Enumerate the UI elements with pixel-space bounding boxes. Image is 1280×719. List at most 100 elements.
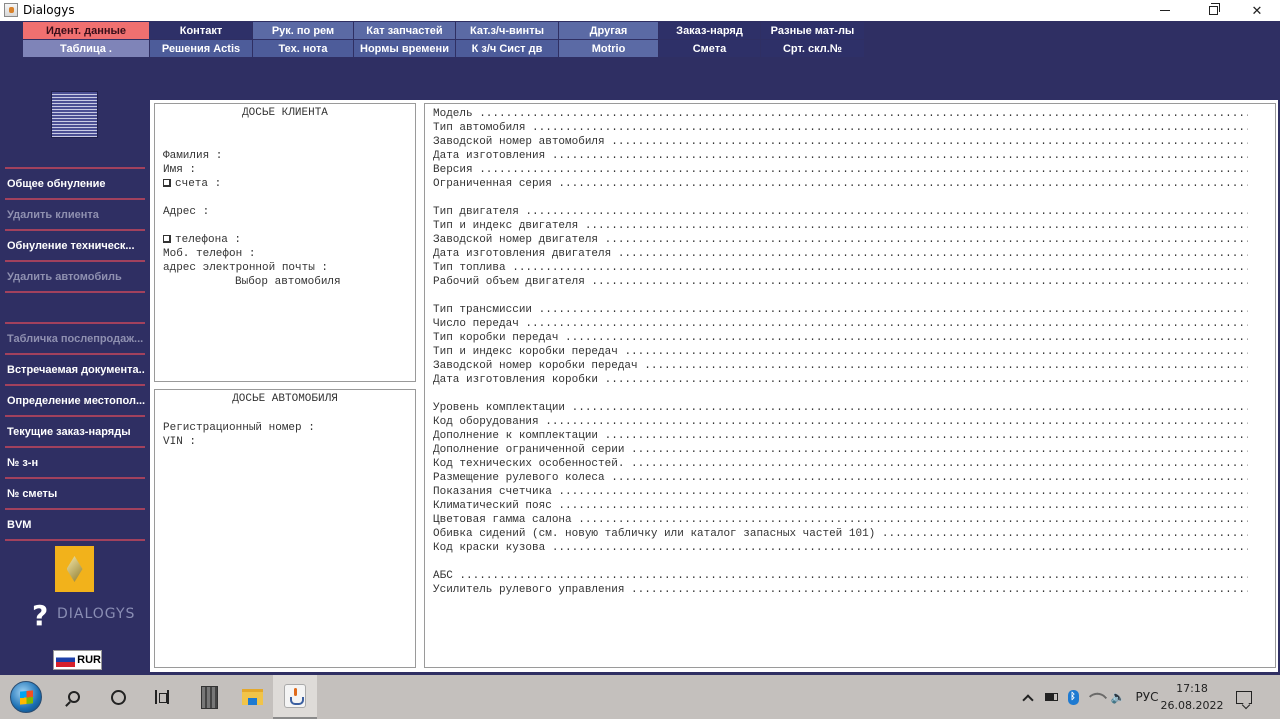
sidebar-item[interactable]: № сметы (5, 478, 145, 509)
folder-icon (241, 689, 263, 705)
client-field-label: адрес электронной почты : (163, 262, 329, 274)
car-logo-icon (51, 91, 98, 138)
vehicle-detail-row: Код краски кузова ......................… (433, 541, 1248, 555)
registration-number-field: Регистрационный номер : (163, 422, 315, 434)
task-view-icon (155, 690, 169, 704)
vehicle-file-panel: ДОСЬЕ АВТОМОБИЛЯ Регистрационный номер :… (154, 389, 416, 668)
vehicle-detail-label: Модель (433, 108, 473, 120)
restore-button[interactable] (1190, 0, 1236, 21)
currency-button[interactable]: RUR (53, 650, 102, 670)
bluetooth-button[interactable]: ᛒ (1064, 675, 1082, 719)
vehicle-detail-label: Код оборудования (433, 416, 539, 428)
client-field[interactable]: счета : (163, 177, 221, 191)
vehicle-details-panel: Модель .................................… (424, 103, 1276, 668)
java-icon (284, 684, 306, 708)
checkbox-icon[interactable] (163, 235, 171, 243)
menu-tab[interactable]: Смета (659, 40, 761, 57)
window-title: Dialogys (23, 3, 75, 17)
sidebar-item[interactable]: Встречаемая документа... (5, 354, 145, 385)
client-field[interactable]: телефона : (163, 233, 241, 247)
vehicle-detail-label: Дополнение к комплектации (433, 430, 599, 442)
menu-tab[interactable]: Другая (559, 22, 659, 39)
action-center-button[interactable] (1232, 675, 1256, 719)
dot-leader: ........................................… (551, 542, 1248, 554)
vehicle-detail-row: Дата изготовления двигателя ............… (433, 247, 1248, 261)
dot-leader: ........................................… (538, 304, 1248, 316)
menu-tab[interactable]: Тех. нота (253, 40, 354, 57)
sidebar-item[interactable]: Текущие заказ-наряды (5, 416, 145, 447)
client-field: Имя : (163, 163, 196, 177)
show-hidden-icons-button[interactable] (1018, 675, 1038, 719)
close-button[interactable]: ✕ (1234, 0, 1280, 21)
sidebar-item[interactable]: Обнуление техническ... (5, 230, 145, 261)
client-field: адрес электронной почты : (163, 261, 328, 275)
dot-leader: ........................................… (604, 430, 1248, 442)
vehicle-detail-label: Версия (433, 164, 473, 176)
file-explorer-button[interactable] (230, 675, 274, 719)
dot-leader: ........................................… (551, 150, 1248, 162)
dot-leader: ........................................… (624, 346, 1248, 358)
vehicle-detail-label: Тип топлива (433, 262, 506, 274)
client-field: Моб. телефон : (163, 247, 255, 261)
client-field-label: телефона : (175, 234, 242, 246)
sidebar-item[interactable]: Табличка послепродаж... (5, 323, 145, 354)
vehicle-detail-label: Ограниченная серия (433, 178, 552, 190)
vehicle-detail-row: Дата изготовления ......................… (433, 149, 1248, 163)
menu-tab[interactable]: Срт. скл.№ (761, 40, 865, 57)
menu-tab[interactable]: Решения Actis (150, 40, 253, 57)
select-vehicle-link[interactable]: Выбор автомобиля (235, 275, 341, 289)
client-file-panel: ДОСЬЕ КЛИЕНТА Фамилия : Имя : счета : Адрес… (154, 103, 416, 382)
sidebar-item[interactable]: Общее обнуление (5, 168, 145, 199)
minimize-button[interactable] (1142, 0, 1188, 21)
vehicle-detail-row: Цветовая гамма салона ..................… (433, 513, 1248, 527)
menu-tab[interactable]: Контакт (150, 22, 253, 39)
dot-leader: ........................................… (558, 500, 1248, 512)
start-button[interactable] (4, 675, 48, 719)
menu-tab[interactable]: Рук. по рем (253, 22, 354, 39)
volume-button[interactable]: 🔈 (1108, 675, 1128, 719)
menu-tab[interactable]: Заказ-наряд (659, 22, 761, 39)
vehicle-detail-row: Тип трансмиссии ........................… (433, 303, 1248, 317)
search-button[interactable] (52, 675, 96, 719)
restore-icon (1208, 3, 1220, 15)
language-indicator[interactable]: РУС (1134, 675, 1160, 719)
menu-tab[interactable]: К з/ч Сист дв (456, 40, 559, 57)
sidebar-item[interactable]: № з-н (5, 447, 145, 478)
cortana-button[interactable] (96, 675, 140, 719)
client-file-title: ДОСЬЕ КЛИЕНТА (242, 107, 328, 119)
calculator-icon (200, 685, 218, 709)
client-field-label: счета : (175, 178, 222, 190)
network-button[interactable] (1088, 675, 1108, 719)
vehicle-detail-row: Код технических особенностей. ..........… (433, 457, 1248, 471)
vehicle-detail-row: Версия .................................… (433, 163, 1248, 177)
menu-tab[interactable]: Кат.з/ч-винты (456, 22, 559, 39)
menu-tab[interactable]: Кат запчастей (354, 22, 456, 39)
sidebar-item[interactable]: Удалить клиента (5, 199, 145, 230)
sidebar-item[interactable]: BVM (5, 509, 145, 540)
vehicle-detail-label: Заводской номер двигателя (433, 234, 599, 246)
calculator-button[interactable] (187, 675, 231, 719)
dot-leader: ........................................… (611, 472, 1248, 484)
menu-tab[interactable]: Motrio (559, 40, 659, 57)
vehicle-detail-row: Заводской номер двигателя ..............… (433, 233, 1248, 247)
task-view-button[interactable] (140, 675, 184, 719)
vehicle-detail-label: Размещение рулевого колеса (433, 472, 605, 484)
vehicle-detail-row: Тип коробки передач ....................… (433, 331, 1248, 345)
dot-leader: ........................................… (525, 318, 1248, 330)
vehicle-detail-row: Заводской номер автомобиля .............… (433, 135, 1248, 149)
checkbox-icon[interactable] (163, 179, 171, 187)
vehicle-detail-label: Тип трансмиссии (433, 304, 533, 316)
vehicle-file-title: ДОСЬЕ АВТОМОБИЛЯ (232, 393, 338, 405)
java-app-button[interactable] (273, 675, 317, 719)
battery-button[interactable] (1042, 675, 1060, 719)
vehicle-detail-label: Тип автомобиля (433, 122, 526, 134)
clock[interactable]: 17:18 26.08.2022 (1161, 675, 1224, 719)
sidebar-item[interactable]: Удалить автомобиль (5, 261, 145, 292)
russia-flag-icon (56, 653, 76, 667)
menu-tab[interactable]: Разные мат-лы (761, 22, 865, 39)
menu-tab[interactable]: Нормы времени (354, 40, 456, 57)
client-field-label: Адрес : (163, 206, 210, 218)
sidebar-item[interactable]: Определение местопол... (5, 385, 145, 416)
dialogys-logo: ? DIALOGYS (30, 599, 134, 633)
vehicle-detail-row: Тип топлива ............................… (433, 261, 1248, 275)
